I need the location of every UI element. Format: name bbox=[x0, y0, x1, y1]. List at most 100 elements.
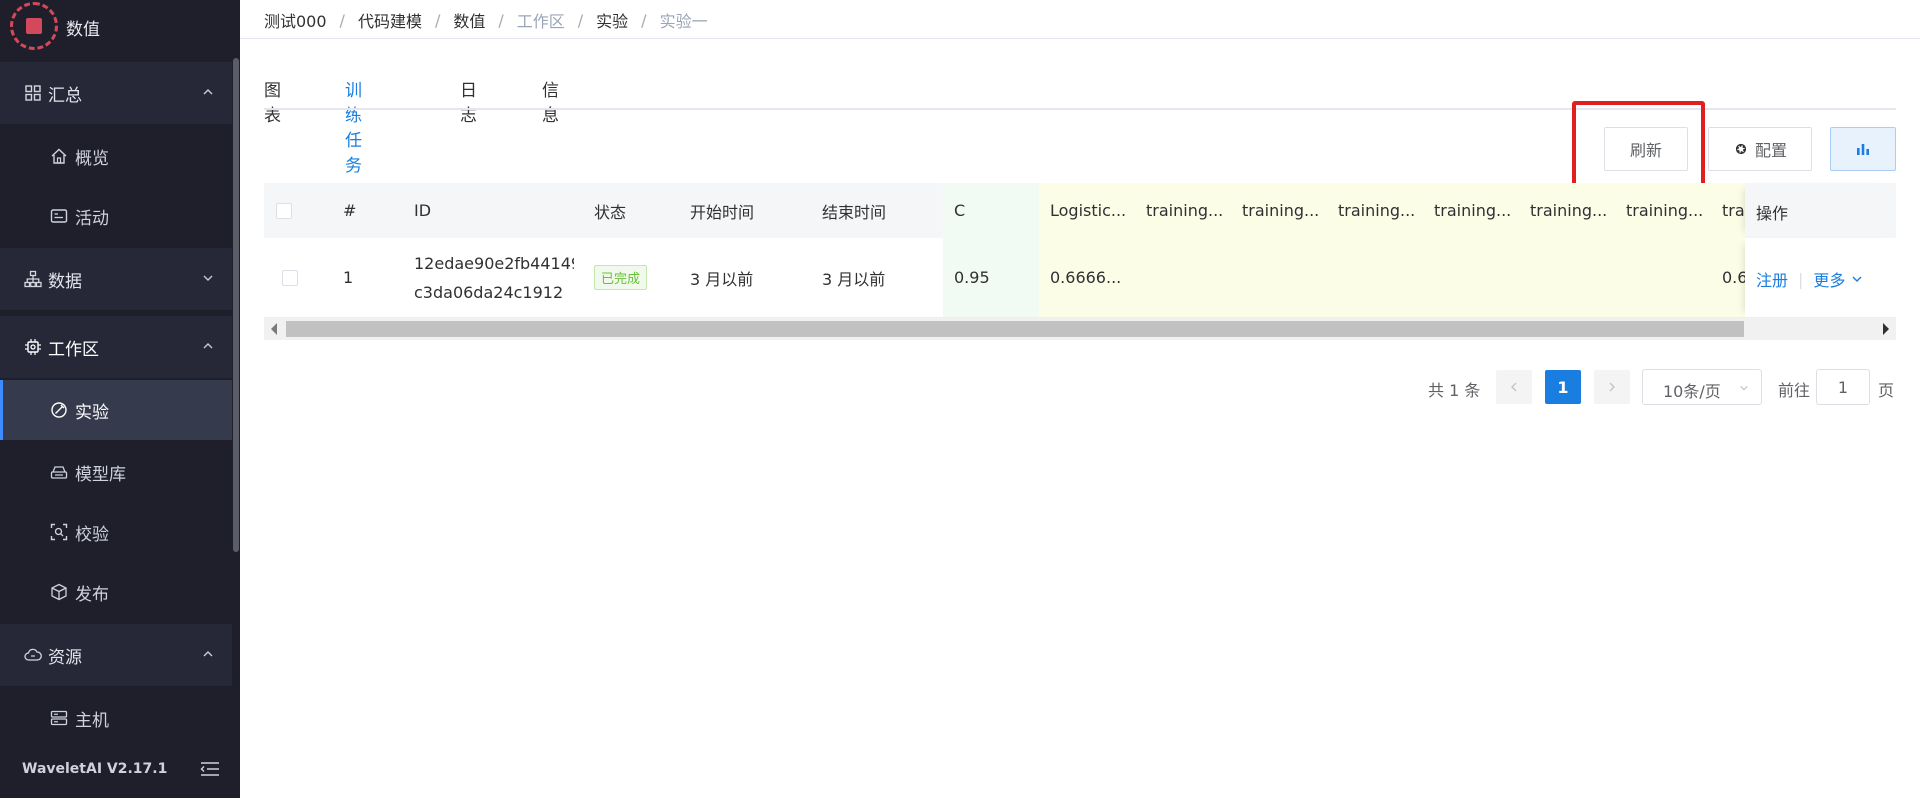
goto-page-input[interactable] bbox=[1816, 369, 1870, 405]
row-checkbox[interactable] bbox=[282, 269, 298, 286]
select-all-checkbox-cell bbox=[276, 183, 292, 238]
page-size-value: 10条/页 bbox=[1663, 382, 1721, 401]
scan-icon bbox=[50, 523, 68, 541]
sidebar-group-label: 工作区 bbox=[48, 340, 99, 360]
tab-info[interactable]: 信息 bbox=[542, 76, 559, 126]
chevron-down-icon[interactable] bbox=[1851, 273, 1863, 285]
column-header-metric[interactable]: training... bbox=[1338, 183, 1418, 238]
sidebar-item-publish[interactable]: 发布 bbox=[0, 562, 232, 622]
column-header-actions: 操作 bbox=[1756, 204, 1789, 223]
column-header-status[interactable]: 状态 bbox=[594, 183, 626, 238]
prev-page-button[interactable] bbox=[1496, 370, 1532, 404]
column-header-c[interactable]: C bbox=[943, 183, 1039, 238]
highlight-annotation-box bbox=[1572, 101, 1705, 187]
column-header-id[interactable]: ID bbox=[414, 183, 431, 238]
tab-training-tasks[interactable]: 训练任务 bbox=[345, 76, 362, 176]
sidebar-group-resources[interactable]: 资源 bbox=[0, 624, 232, 686]
sidebar-group-label: 资源 bbox=[48, 648, 82, 668]
goto-label: 前往 bbox=[1778, 381, 1811, 400]
chevron-up-icon bbox=[203, 343, 213, 349]
scroll-left-arrow[interactable] bbox=[271, 323, 277, 335]
sidebar-group-summary[interactable]: 汇总 bbox=[0, 62, 232, 124]
column-header-end-time[interactable]: 结束时间 bbox=[822, 183, 886, 238]
row-index: 1 bbox=[343, 268, 354, 287]
breadcrumb-item[interactable]: 代码建模 bbox=[358, 8, 422, 32]
app-logo bbox=[10, 2, 58, 50]
experiment-icon bbox=[51, 402, 67, 418]
sidebar-item-experiment[interactable]: 实验 bbox=[0, 380, 232, 440]
chevron-up-icon bbox=[203, 89, 213, 95]
row-metric-value: 0.6 bbox=[1722, 268, 1746, 287]
sidebar-group-label: 数据 bbox=[48, 272, 82, 292]
scroll-right-arrow[interactable] bbox=[1883, 323, 1889, 335]
sidebar-item-validation[interactable]: 校验 bbox=[0, 502, 232, 562]
header-divider bbox=[240, 38, 1920, 39]
breadcrumb-item[interactable]: 测试000 bbox=[264, 8, 327, 32]
table-row: 1 12edae90e2fb44149 c3da06da24c1912 已完成 3… bbox=[264, 238, 1896, 318]
sidebar-item-model-library[interactable]: 模型库 bbox=[0, 442, 232, 502]
chip-icon bbox=[25, 339, 41, 355]
column-header-metric[interactable]: Logistic... bbox=[1050, 183, 1130, 238]
row-id[interactable]: 12edae90e2fb44149 c3da06da24c1912 bbox=[414, 238, 574, 317]
sidebar-item-host[interactable]: 主机 bbox=[0, 688, 232, 748]
register-link[interactable]: 注册 bbox=[1756, 267, 1788, 291]
sidebar-group-label: 汇总 bbox=[48, 86, 82, 106]
sidebar-item-activity[interactable]: 活动 bbox=[0, 186, 232, 246]
home-icon bbox=[51, 148, 67, 164]
breadcrumb-separator: / bbox=[577, 10, 584, 30]
column-header-metric[interactable]: training... bbox=[1242, 183, 1322, 238]
config-button[interactable]: 配置 bbox=[1708, 127, 1812, 171]
breadcrumb-current: 实验一 bbox=[659, 12, 708, 31]
breadcrumb-item[interactable]: 数值 bbox=[453, 8, 485, 32]
column-header-metric[interactable]: training... bbox=[1530, 183, 1610, 238]
more-dropdown[interactable]: 更多 bbox=[1813, 267, 1845, 291]
next-page-button[interactable] bbox=[1594, 370, 1630, 404]
column-header-start-time[interactable]: 开始时间 bbox=[690, 183, 754, 238]
collapse-sidebar-icon[interactable] bbox=[200, 760, 220, 778]
select-all-checkbox[interactable] bbox=[276, 202, 292, 219]
grid-icon bbox=[25, 85, 41, 101]
sidebar-item-label: 主机 bbox=[75, 711, 109, 731]
chevron-down-icon bbox=[1740, 385, 1748, 391]
model-library-icon bbox=[50, 466, 68, 479]
column-header-metric[interactable]: trai bbox=[1722, 183, 1746, 238]
sidebar-item-label: 校验 bbox=[75, 525, 109, 545]
page-number-current[interactable]: 1 bbox=[1545, 370, 1581, 404]
training-task-table: # ID 状态 开始时间 结束时间 C Logistic... training… bbox=[264, 183, 1896, 343]
sidebar-footer: WaveletAI V2.17.1 bbox=[0, 740, 240, 798]
chevron-right-icon bbox=[1609, 382, 1615, 392]
row-actions-cell: 注册 | 更多 bbox=[1745, 238, 1896, 318]
server-icon bbox=[50, 710, 68, 726]
chevron-up-icon bbox=[203, 651, 213, 657]
sidebar-item-overview[interactable]: 概览 bbox=[0, 126, 232, 186]
bar-chart-icon bbox=[1857, 144, 1869, 155]
table-horizontal-scrollbar[interactable] bbox=[264, 318, 1896, 340]
fixed-action-column: 操作 注册 | 更多 bbox=[1745, 183, 1896, 318]
sidebar-group-data[interactable]: 数据 bbox=[0, 248, 232, 310]
sidebar-group-workspace[interactable]: 工作区 bbox=[0, 316, 232, 378]
action-separator: | bbox=[1798, 269, 1804, 289]
breadcrumb-separator: / bbox=[498, 10, 504, 30]
metric-row-band bbox=[1039, 238, 1745, 317]
breadcrumb-item[interactable]: 实验 bbox=[596, 8, 628, 32]
sidebar-item-label: 模型库 bbox=[75, 465, 126, 485]
breadcrumb-separator: / bbox=[434, 10, 441, 30]
column-header-metric[interactable]: training... bbox=[1146, 183, 1226, 238]
column-header-metric[interactable]: training... bbox=[1626, 183, 1706, 238]
row-id-line1: 12edae90e2fb44149 bbox=[414, 253, 574, 273]
chart-view-button[interactable] bbox=[1830, 127, 1896, 171]
sidebar-scrollbar[interactable] bbox=[233, 58, 239, 552]
activity-card-icon bbox=[50, 209, 68, 223]
app-version: WaveletAI V2.17.1 bbox=[22, 761, 168, 777]
sidebar-item-label: 概览 bbox=[75, 149, 109, 169]
column-header-metric[interactable]: training... bbox=[1434, 183, 1514, 238]
tab-logs[interactable]: 日志 bbox=[460, 76, 477, 126]
row-logistic-value: 0.6666... bbox=[1050, 268, 1122, 287]
sidebar-item-label: 发布 bbox=[75, 585, 109, 605]
tab-charts[interactable]: 图表 bbox=[264, 76, 281, 126]
row-checkbox-cell bbox=[282, 238, 298, 317]
horizontal-scroll-thumb[interactable] bbox=[286, 321, 1744, 337]
status-badge: 已完成 bbox=[594, 265, 648, 290]
app-brand[interactable]: 数值 bbox=[0, 0, 240, 56]
page-size-select[interactable]: 10条/页 bbox=[1642, 369, 1762, 405]
